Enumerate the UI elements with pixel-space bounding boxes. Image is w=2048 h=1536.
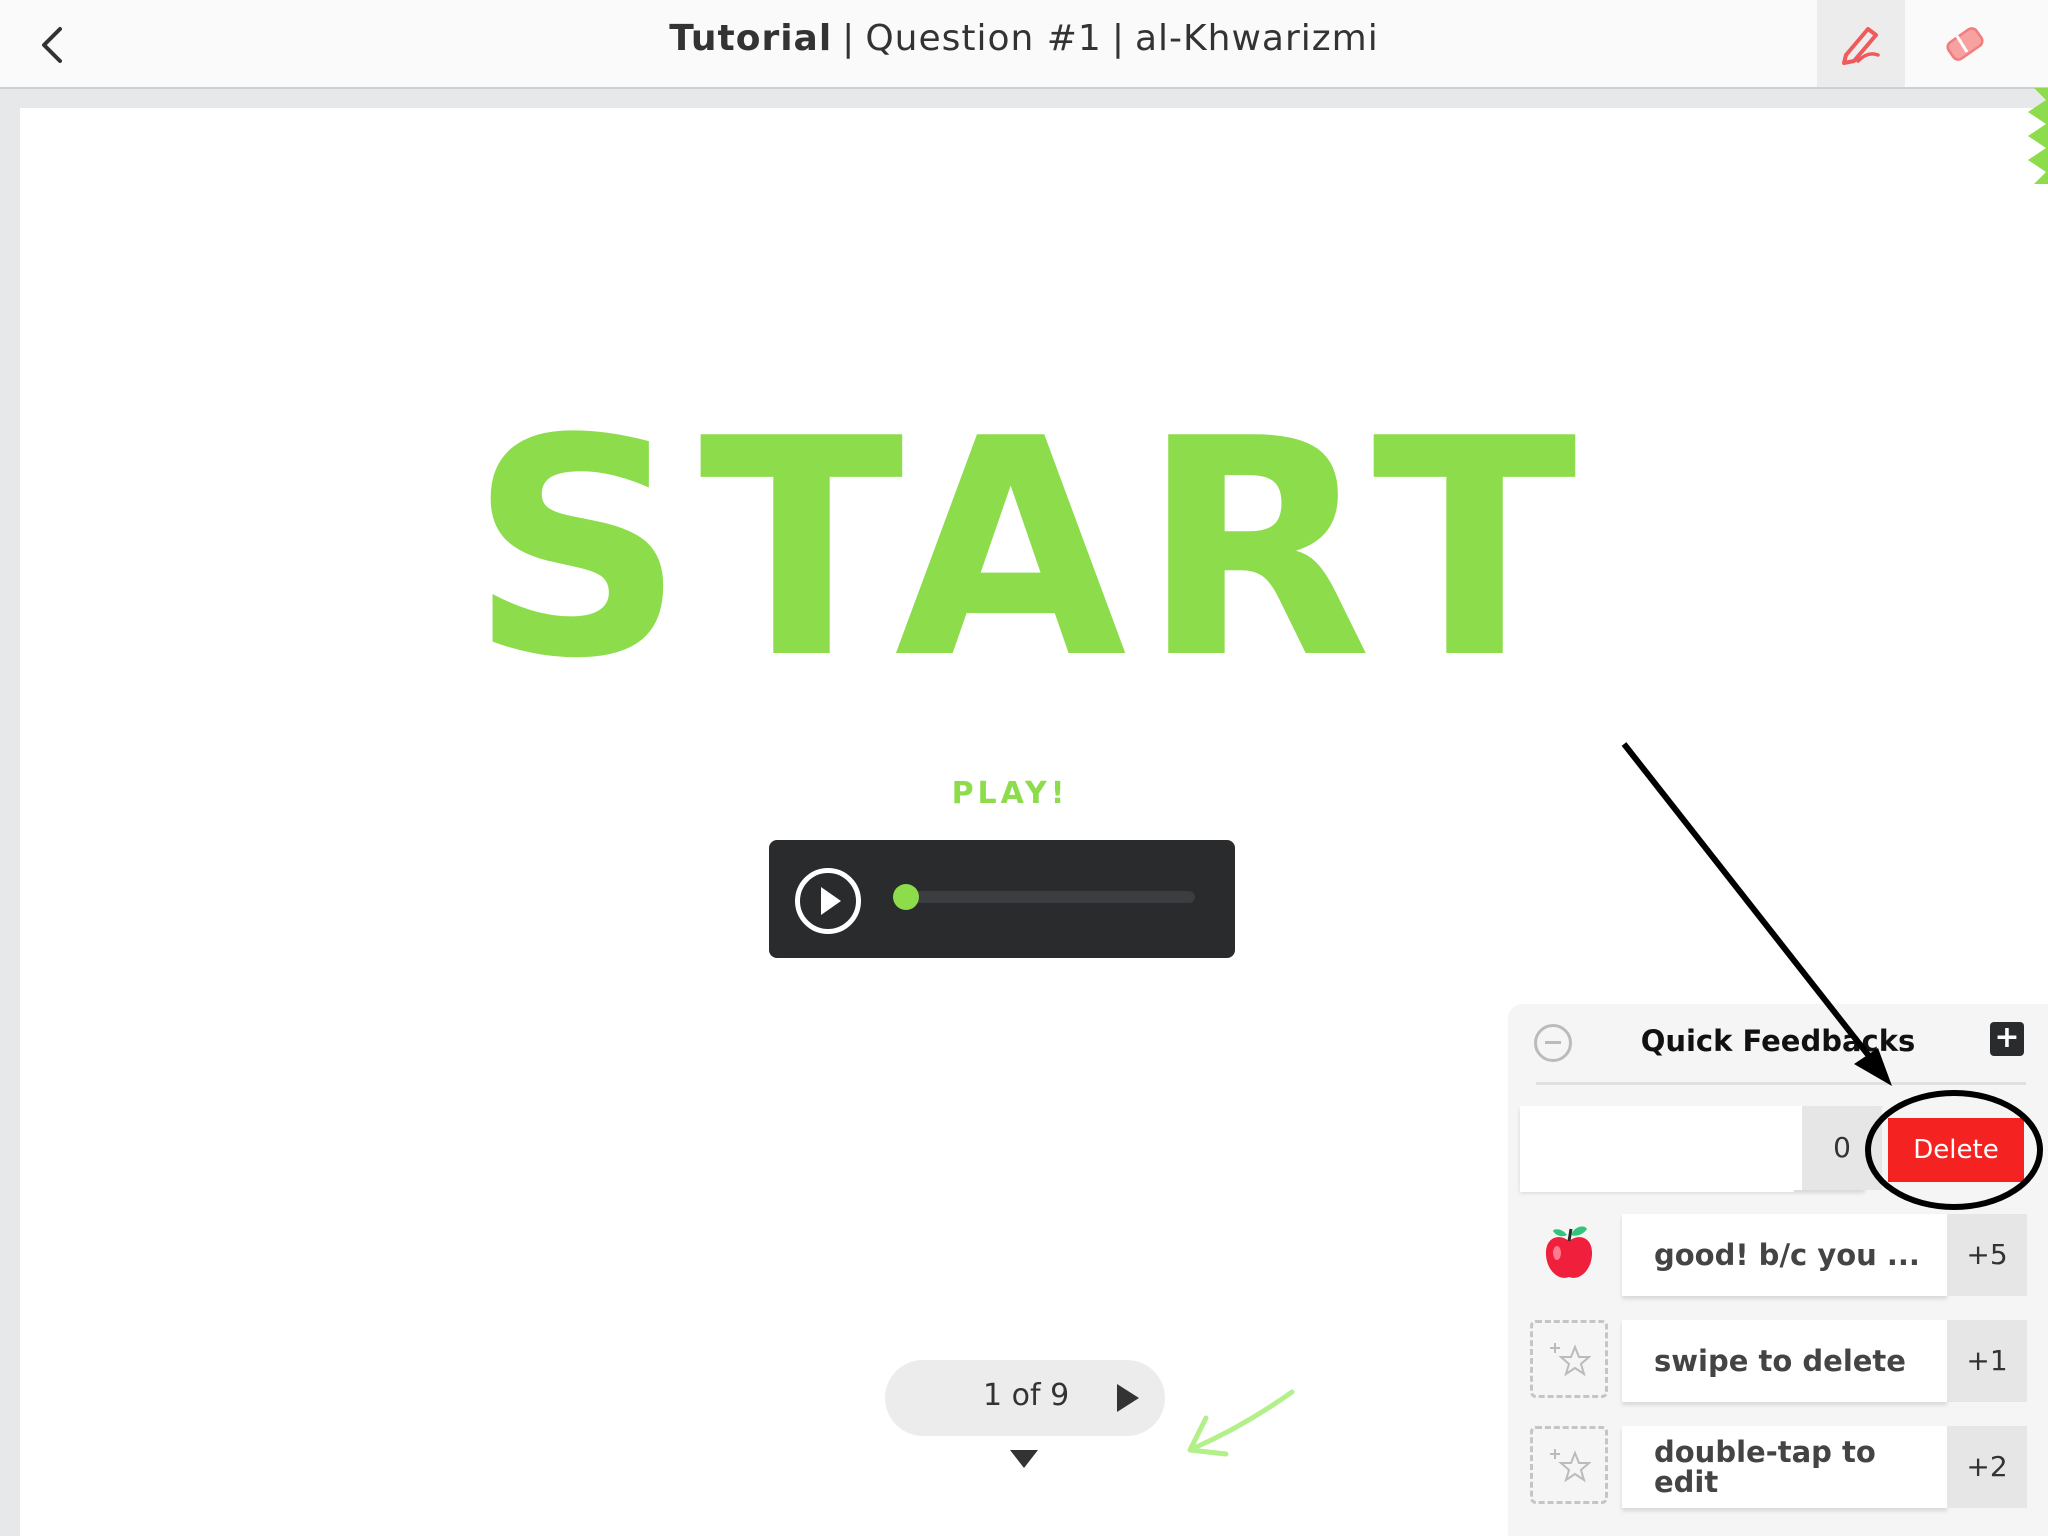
star-placeholder-icon[interactable]	[1530, 1320, 1608, 1398]
star-placeholder-icon[interactable]	[1530, 1426, 1608, 1504]
audio-player	[769, 840, 1235, 958]
new-feedback-points[interactable]: 0	[1802, 1106, 1882, 1190]
play-label: PLAY!	[951, 776, 1069, 811]
pen-icon	[1842, 26, 1880, 65]
feedback-points[interactable]: +5	[1947, 1214, 2027, 1296]
title-separator: |	[1111, 18, 1125, 59]
new-feedback-row: 0	[1520, 1106, 1882, 1192]
feedback-label[interactable]: good! b/c you ...	[1622, 1214, 1947, 1296]
page-title: Tutorial | Question #1 | al-Khwarizmi	[0, 18, 2048, 59]
feedback-label[interactable]: double-tap to edit	[1622, 1426, 1947, 1508]
page-indicator: 1 of 9	[983, 1378, 1070, 1413]
title-question: Question #1	[865, 18, 1102, 59]
eraser-tool-button[interactable]	[1920, 0, 2008, 87]
new-feedback-input[interactable]	[1520, 1106, 1794, 1192]
eraser-icon	[1946, 26, 1984, 61]
feedback-item: swipe to delete +1	[1508, 1320, 2048, 1402]
quick-feedbacks-header: Quick Feedbacks +	[1508, 1004, 2048, 1082]
apple-icon[interactable]	[1530, 1214, 1608, 1292]
feedback-item: double-tap to edit +2	[1508, 1426, 2048, 1508]
pen-tool-button[interactable]	[1817, 0, 1905, 87]
quick-feedbacks-title: Quick Feedbacks	[1640, 1024, 1916, 1058]
triangle-right-icon[interactable]	[1117, 1384, 1139, 1412]
quick-feedbacks-panel: Quick Feedbacks + 0 Delete good! b/c you…	[1508, 1004, 2048, 1536]
feedback-points[interactable]: +2	[1947, 1426, 2027, 1508]
page-edge-marker	[2028, 88, 2048, 184]
title-student: al-Khwarizmi	[1134, 18, 1379, 59]
title-separator: |	[842, 18, 856, 59]
audio-progress-track[interactable]	[893, 884, 1195, 910]
audio-progress-knob[interactable]	[893, 884, 919, 910]
top-bar: Tutorial | Question #1 | al-Khwarizmi	[0, 0, 2048, 89]
play-icon[interactable]	[795, 868, 861, 934]
start-heading: START	[469, 375, 1591, 724]
divider	[1536, 1082, 2026, 1085]
title-tutorial: Tutorial	[669, 18, 833, 59]
triangle-down-icon[interactable]	[1010, 1450, 1038, 1468]
feedback-points[interactable]: +1	[1947, 1320, 2027, 1402]
feedback-item: good! b/c you ... +5	[1508, 1214, 2048, 1296]
feedback-label[interactable]: swipe to delete	[1622, 1320, 1947, 1402]
delete-button[interactable]: Delete	[1888, 1118, 2024, 1182]
page-navigator: 1 of 9	[885, 1360, 1165, 1436]
add-feedback-button[interactable]: +	[1990, 1022, 2024, 1056]
